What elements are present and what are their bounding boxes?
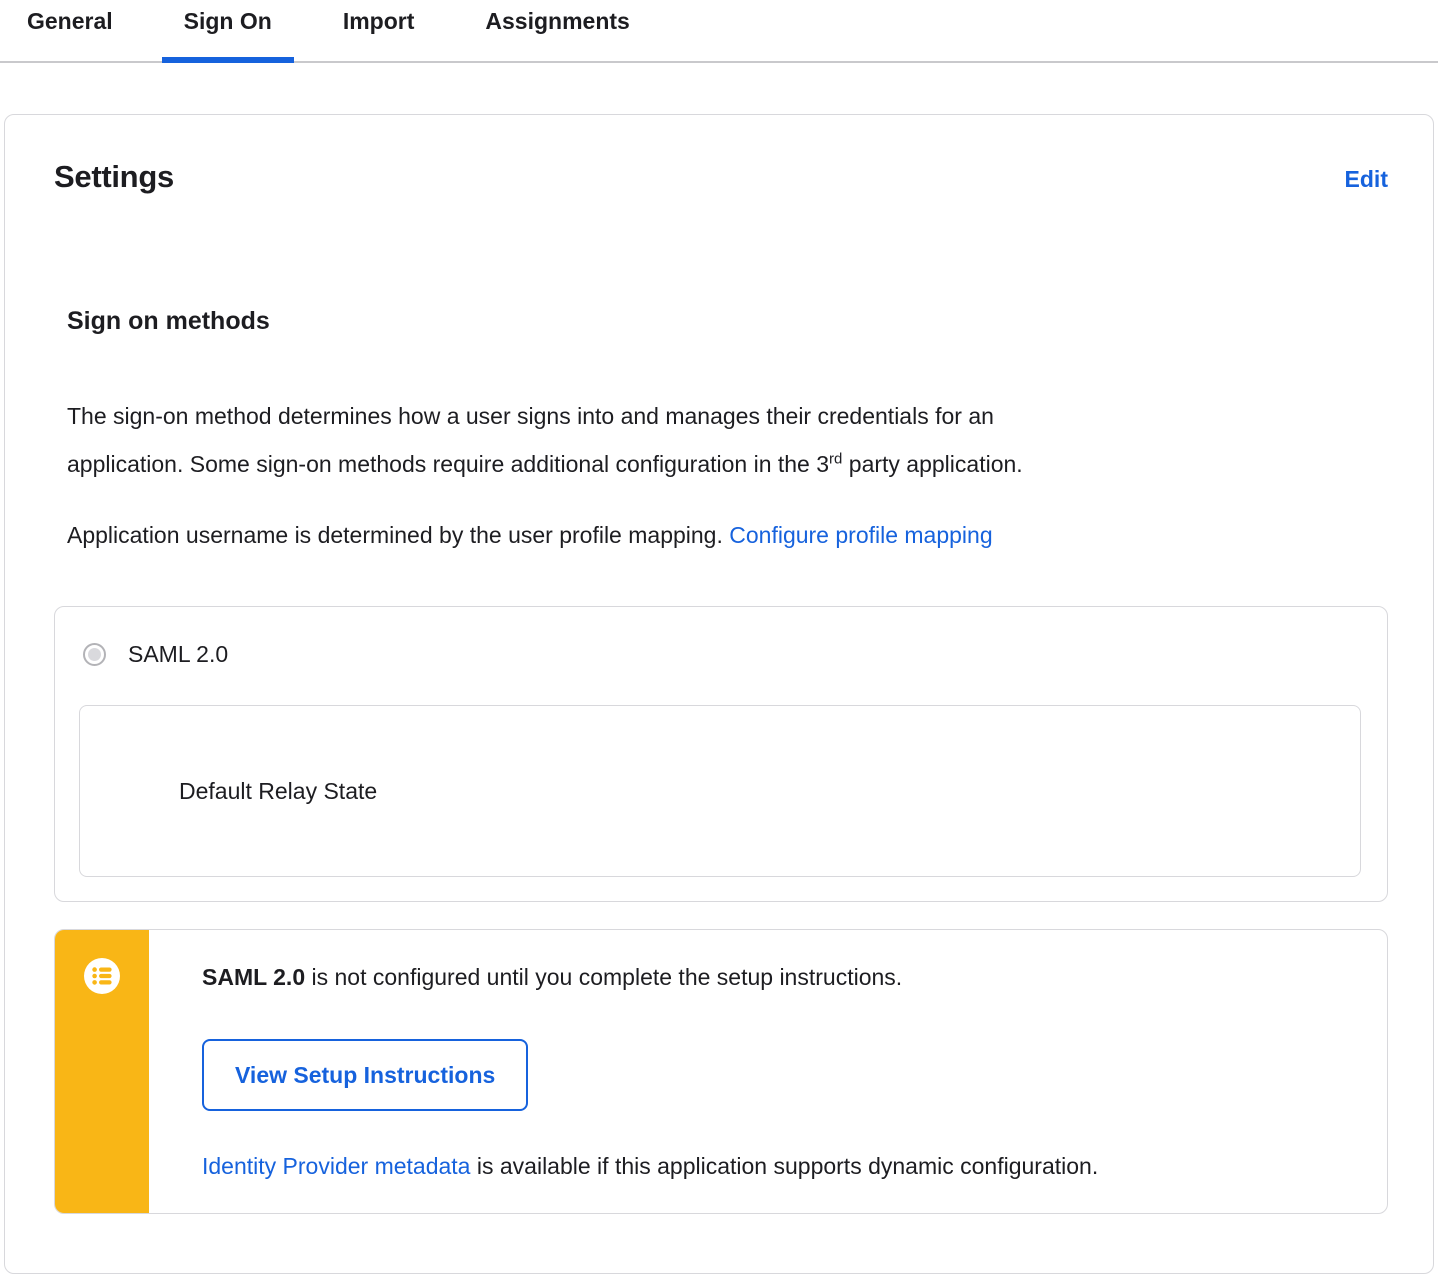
- description-line1: The sign-on method determines how a user…: [67, 403, 994, 429]
- radio-dot: [88, 648, 101, 661]
- callout-content: SAML 2.0 is not configured until you com…: [149, 930, 1387, 1213]
- saml-not-configured-callout: SAML 2.0 is not configured until you com…: [54, 929, 1388, 1214]
- callout-warning-bar: [55, 930, 149, 1213]
- default-relay-state-box: Default Relay State: [79, 705, 1361, 877]
- sign-on-methods-heading: Sign on methods: [67, 307, 270, 335]
- metadata-line: Identity Provider metadata is available …: [202, 1153, 1347, 1180]
- sign-on-methods-description: The sign-on method determines how a user…: [67, 392, 1388, 488]
- settings-card: Settings Edit Sign on methods The sign-o…: [4, 114, 1434, 1274]
- description-line2-post: party application.: [842, 451, 1023, 477]
- tab-bar: General Sign On Import Assignments: [0, 0, 1438, 63]
- tab-assignments[interactable]: Assignments: [463, 0, 651, 61]
- callout-title-rest: is not configured until you complete the…: [305, 964, 903, 990]
- saml-method-box: SAML 2.0 Default Relay State: [54, 606, 1388, 902]
- metadata-rest: is available if this application support…: [470, 1153, 1099, 1179]
- settings-title: Settings: [54, 159, 174, 194]
- bulleted-list-icon: [84, 958, 120, 994]
- tab-sign-on[interactable]: Sign On: [161, 0, 295, 63]
- configure-profile-mapping-link[interactable]: Configure profile mapping: [729, 522, 992, 548]
- settings-card-header: Settings Edit: [54, 159, 1388, 195]
- saml-radio-label: SAML 2.0: [128, 641, 229, 667]
- tab-general[interactable]: General: [5, 0, 135, 61]
- description-line2-pre: application. Some sign-on methods requir…: [67, 451, 830, 477]
- callout-title: SAML 2.0 is not configured until you com…: [202, 963, 1347, 992]
- description-superscript: rd: [829, 450, 843, 468]
- username-mapping-text: Application username is determined by th…: [67, 511, 1388, 559]
- callout-title-method: SAML 2.0: [202, 964, 306, 990]
- saml-radio-button[interactable]: [83, 643, 106, 666]
- tab-import[interactable]: Import: [321, 0, 437, 61]
- username-mapping-static: Application username is determined by th…: [67, 522, 730, 548]
- default-relay-state-label: Default Relay State: [179, 777, 378, 804]
- view-setup-instructions-button[interactable]: View Setup Instructions: [202, 1039, 529, 1111]
- identity-provider-metadata-link[interactable]: Identity Provider metadata: [202, 1153, 470, 1179]
- saml-radio-row: SAML 2.0: [83, 641, 1361, 668]
- edit-link[interactable]: Edit: [1345, 166, 1388, 193]
